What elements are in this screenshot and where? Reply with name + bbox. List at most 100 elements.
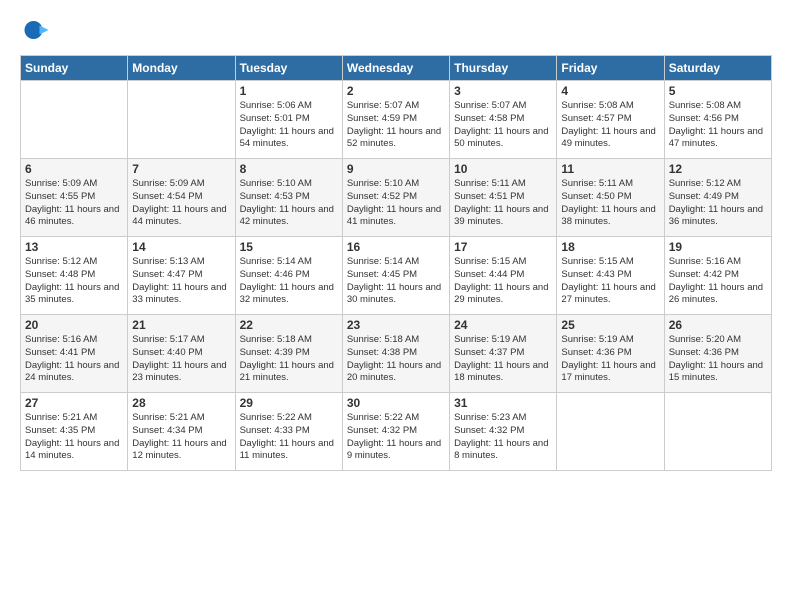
calendar-cell: 16 Sunrise: 5:14 AM Sunset: 4:45 PM Dayli… [342, 237, 449, 315]
calendar-cell: 29 Sunrise: 5:22 AM Sunset: 4:33 PM Dayli… [235, 393, 342, 471]
day-info: Sunrise: 5:12 AM Sunset: 4:49 PM Dayligh… [669, 178, 767, 229]
day-info: Sunrise: 5:10 AM Sunset: 4:53 PM Dayligh… [240, 178, 338, 229]
day-number: 26 [669, 318, 767, 332]
calendar-cell: 22Sunrise: 5:18 AM Sunset: 4:39 PM Dayli… [235, 315, 342, 393]
calendar-cell: 30 Sunrise: 5:22 AM Sunset: 4:32 PM Dayli… [342, 393, 449, 471]
calendar-cell: 10Sunrise: 5:11 AM Sunset: 4:51 PM Dayli… [450, 159, 557, 237]
calendar-cell: 11 Sunrise: 5:11 AM Sunset: 4:50 PM Dayli… [557, 159, 664, 237]
header [20, 15, 772, 45]
calendar-table: SundayMondayTuesdayWednesdayThursdayFrid… [20, 55, 772, 471]
day-number: 14 [132, 240, 230, 254]
day-info: Sunrise: 5:21 AM Sunset: 4:34 PM Dayligh… [132, 412, 230, 463]
day-number: 21 [132, 318, 230, 332]
day-number: 12 [669, 162, 767, 176]
day-info: Sunrise: 5:07 AM Sunset: 4:59 PM Dayligh… [347, 100, 445, 151]
day-info: Sunrise: 5:15 AM Sunset: 4:44 PM Dayligh… [454, 256, 552, 307]
week-row-1: 6 Sunrise: 5:09 AM Sunset: 4:55 PM Daylig… [21, 159, 772, 237]
day-info: Sunrise: 5:13 AM Sunset: 4:47 PM Dayligh… [132, 256, 230, 307]
day-header-tuesday: Tuesday [235, 56, 342, 81]
day-info: Sunrise: 5:08 AM Sunset: 4:56 PM Dayligh… [669, 100, 767, 151]
day-number: 16 [347, 240, 445, 254]
day-info: Sunrise: 5:11 AM Sunset: 4:50 PM Dayligh… [561, 178, 659, 229]
calendar-header: SundayMondayTuesdayWednesdayThursdayFrid… [21, 56, 772, 81]
day-info: Sunrise: 5:09 AM Sunset: 4:54 PM Dayligh… [132, 178, 230, 229]
day-number: 20 [25, 318, 123, 332]
day-info: Sunrise: 5:22 AM Sunset: 4:33 PM Dayligh… [240, 412, 338, 463]
day-number: 7 [132, 162, 230, 176]
day-number: 3 [454, 84, 552, 98]
calendar-cell: 2Sunrise: 5:07 AM Sunset: 4:59 PM Daylig… [342, 81, 449, 159]
calendar-cell: 21 Sunrise: 5:17 AM Sunset: 4:40 PM Dayli… [128, 315, 235, 393]
logo [20, 15, 54, 45]
day-header-sunday: Sunday [21, 56, 128, 81]
calendar-cell: 17Sunrise: 5:15 AM Sunset: 4:44 PM Dayli… [450, 237, 557, 315]
calendar-cell: 5Sunrise: 5:08 AM Sunset: 4:56 PM Daylig… [664, 81, 771, 159]
calendar-cell: 13 Sunrise: 5:12 AM Sunset: 4:48 PM Dayli… [21, 237, 128, 315]
day-number: 29 [240, 396, 338, 410]
calendar-cell: 31Sunrise: 5:23 AM Sunset: 4:32 PM Dayli… [450, 393, 557, 471]
day-info: Sunrise: 5:14 AM Sunset: 4:46 PM Dayligh… [240, 256, 338, 307]
calendar-cell: 6 Sunrise: 5:09 AM Sunset: 4:55 PM Daylig… [21, 159, 128, 237]
calendar-cell: 27Sunrise: 5:21 AM Sunset: 4:35 PM Dayli… [21, 393, 128, 471]
day-info: Sunrise: 5:21 AM Sunset: 4:35 PM Dayligh… [25, 412, 123, 463]
day-number: 13 [25, 240, 123, 254]
day-info: Sunrise: 5:07 AM Sunset: 4:58 PM Dayligh… [454, 100, 552, 151]
day-number: 9 [347, 162, 445, 176]
day-info: Sunrise: 5:18 AM Sunset: 4:38 PM Dayligh… [347, 334, 445, 385]
day-info: Sunrise: 5:16 AM Sunset: 4:41 PM Dayligh… [25, 334, 123, 385]
calendar-cell: 12 Sunrise: 5:12 AM Sunset: 4:49 PM Dayli… [664, 159, 771, 237]
calendar-cell [557, 393, 664, 471]
day-info: Sunrise: 5:06 AM Sunset: 5:01 PM Dayligh… [240, 100, 338, 151]
day-number: 25 [561, 318, 659, 332]
week-row-2: 13 Sunrise: 5:12 AM Sunset: 4:48 PM Dayli… [21, 237, 772, 315]
day-info: Sunrise: 5:18 AM Sunset: 4:39 PM Dayligh… [240, 334, 338, 385]
calendar-cell [128, 81, 235, 159]
day-number: 23 [347, 318, 445, 332]
calendar-cell: 19 Sunrise: 5:16 AM Sunset: 4:42 PM Dayli… [664, 237, 771, 315]
calendar-cell: 20 Sunrise: 5:16 AM Sunset: 4:41 PM Dayli… [21, 315, 128, 393]
calendar-cell: 8 Sunrise: 5:10 AM Sunset: 4:53 PM Daylig… [235, 159, 342, 237]
day-number: 18 [561, 240, 659, 254]
calendar-cell: 18 Sunrise: 5:15 AM Sunset: 4:43 PM Dayli… [557, 237, 664, 315]
calendar-cell [21, 81, 128, 159]
calendar-cell: 26Sunrise: 5:20 AM Sunset: 4:36 PM Dayli… [664, 315, 771, 393]
day-info: Sunrise: 5:23 AM Sunset: 4:32 PM Dayligh… [454, 412, 552, 463]
calendar-cell: 23 Sunrise: 5:18 AM Sunset: 4:38 PM Dayli… [342, 315, 449, 393]
calendar-body: 1 Sunrise: 5:06 AM Sunset: 5:01 PM Daylig… [21, 81, 772, 471]
day-number: 15 [240, 240, 338, 254]
logo-icon [20, 15, 50, 45]
day-info: Sunrise: 5:11 AM Sunset: 4:51 PM Dayligh… [454, 178, 552, 229]
calendar-cell [664, 393, 771, 471]
day-number: 30 [347, 396, 445, 410]
day-header-wednesday: Wednesday [342, 56, 449, 81]
day-info: Sunrise: 5:12 AM Sunset: 4:48 PM Dayligh… [25, 256, 123, 307]
day-number: 19 [669, 240, 767, 254]
day-info: Sunrise: 5:22 AM Sunset: 4:32 PM Dayligh… [347, 412, 445, 463]
day-info: Sunrise: 5:14 AM Sunset: 4:45 PM Dayligh… [347, 256, 445, 307]
day-info: Sunrise: 5:09 AM Sunset: 4:55 PM Dayligh… [25, 178, 123, 229]
day-header-friday: Friday [557, 56, 664, 81]
day-number: 6 [25, 162, 123, 176]
day-number: 8 [240, 162, 338, 176]
day-number: 24 [454, 318, 552, 332]
calendar-cell: 14 Sunrise: 5:13 AM Sunset: 4:47 PM Dayli… [128, 237, 235, 315]
calendar-cell: 25Sunrise: 5:19 AM Sunset: 4:36 PM Dayli… [557, 315, 664, 393]
day-number: 11 [561, 162, 659, 176]
day-number: 1 [240, 84, 338, 98]
calendar-cell: 1 Sunrise: 5:06 AM Sunset: 5:01 PM Daylig… [235, 81, 342, 159]
day-info: Sunrise: 5:16 AM Sunset: 4:42 PM Dayligh… [669, 256, 767, 307]
calendar-cell: 4Sunrise: 5:08 AM Sunset: 4:57 PM Daylig… [557, 81, 664, 159]
calendar-cell: 15 Sunrise: 5:14 AM Sunset: 4:46 PM Dayli… [235, 237, 342, 315]
day-header-monday: Monday [128, 56, 235, 81]
day-info: Sunrise: 5:10 AM Sunset: 4:52 PM Dayligh… [347, 178, 445, 229]
calendar-cell: 24 Sunrise: 5:19 AM Sunset: 4:37 PM Dayli… [450, 315, 557, 393]
day-number: 4 [561, 84, 659, 98]
day-info: Sunrise: 5:19 AM Sunset: 4:37 PM Dayligh… [454, 334, 552, 385]
calendar-cell: 9 Sunrise: 5:10 AM Sunset: 4:52 PM Daylig… [342, 159, 449, 237]
day-info: Sunrise: 5:15 AM Sunset: 4:43 PM Dayligh… [561, 256, 659, 307]
day-info: Sunrise: 5:17 AM Sunset: 4:40 PM Dayligh… [132, 334, 230, 385]
week-row-3: 20 Sunrise: 5:16 AM Sunset: 4:41 PM Dayli… [21, 315, 772, 393]
calendar-cell: 3 Sunrise: 5:07 AM Sunset: 4:58 PM Daylig… [450, 81, 557, 159]
week-row-4: 27Sunrise: 5:21 AM Sunset: 4:35 PM Dayli… [21, 393, 772, 471]
header-row: SundayMondayTuesdayWednesdayThursdayFrid… [21, 56, 772, 81]
